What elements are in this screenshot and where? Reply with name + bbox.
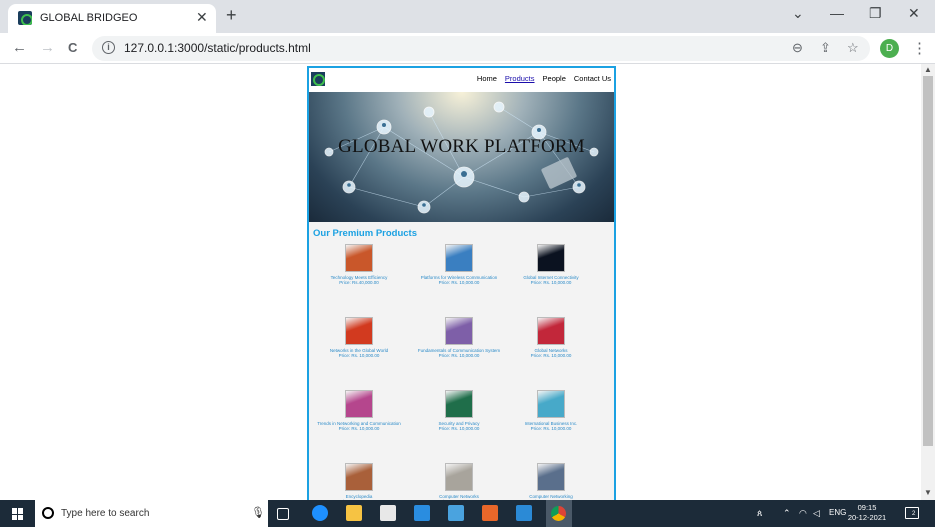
close-tab-icon[interactable]: ✕	[196, 9, 208, 26]
volume-icon[interactable]: ◁	[813, 508, 820, 519]
chrome-icon	[551, 506, 566, 521]
product-cover-image[interactable]	[345, 317, 373, 345]
clock-date: 20-12-2021	[847, 513, 887, 522]
product-cover-image[interactable]	[537, 463, 565, 491]
product-cover-image[interactable]	[345, 463, 373, 491]
product-price: Price: Rs. 10,000.00	[530, 353, 572, 358]
product-cover-image[interactable]	[445, 390, 473, 418]
nav-link-people[interactable]: People	[543, 74, 566, 83]
site-navbar: Home Products People Contact Us	[309, 68, 614, 92]
nav-link-contact-us[interactable]: Contact Us	[574, 74, 611, 83]
people-icon[interactable]: ጰ	[757, 508, 762, 519]
browser-menu-icon[interactable]: ⋮	[912, 39, 927, 57]
nav-link-products[interactable]: Products	[505, 74, 535, 83]
product-card[interactable]: Global Networks Price: Rs. 10,000.00	[501, 317, 601, 358]
scroll-up-arrow-icon[interactable]: ▲	[924, 65, 932, 74]
app-icon[interactable]	[448, 505, 464, 521]
notifications-icon[interactable]: 2	[905, 507, 919, 519]
restore-button[interactable]: ❐	[869, 5, 882, 22]
product-cover-image[interactable]	[537, 244, 565, 272]
product-card[interactable]: EncyclopediaPrice: Rs. 10,000.00	[309, 463, 409, 500]
product-cover-image[interactable]	[345, 244, 373, 272]
taskbar-search-placeholder[interactable]: Type here to search	[61, 508, 149, 519]
product-card[interactable]: Security and Privacy Price: Rs. 10,000.00	[409, 390, 509, 431]
store-icon[interactable]	[380, 505, 396, 521]
reload-button[interactable]: C	[68, 40, 77, 55]
taskbar-clock[interactable]: 09:15 20-12-2021	[842, 503, 892, 523]
profile-avatar[interactable]: D	[880, 39, 899, 58]
product-price: Price: Rs. 10,000.00	[438, 353, 480, 358]
hero-title: GLOBAL WORK PLATFORM	[338, 136, 585, 157]
hero-banner: GLOBAL WORK PLATFORM	[309, 92, 614, 222]
chrome-taskbar-button[interactable]	[546, 500, 572, 527]
new-tab-button[interactable]: +	[226, 5, 237, 26]
network-icon[interactable]: ◠	[799, 508, 807, 519]
url-text[interactable]: 127.0.0.1:3000/static/products.html	[124, 41, 311, 55]
nav-link-home[interactable]: Home	[477, 74, 497, 83]
browser-toolbar: ← → C i 127.0.0.1:3000/static/products.h…	[0, 33, 935, 64]
product-cover-image[interactable]	[537, 390, 565, 418]
product-card[interactable]: International Business Inc. Price: Rs. 10…	[501, 390, 601, 431]
product-price: Price: Rs. 10,000.00	[438, 280, 480, 285]
site-container: Home Products People Contact Us GLOBAL W…	[307, 66, 616, 500]
scrollbar-thumb[interactable]	[923, 76, 933, 446]
product-card[interactable]: Platforms for Wireless Communication Pric…	[409, 244, 509, 285]
tray-expand-icon[interactable]: ⌃	[783, 508, 791, 519]
tab-strip: GLOBAL BRIDGEO ✕ + ⌄ — ❐ ✕	[0, 0, 935, 33]
product-cover-image[interactable]	[445, 317, 473, 345]
product-card[interactable]: Global Internet Connectivity Price: Rs. 1…	[501, 244, 601, 285]
share-icon[interactable]: ⇪	[820, 40, 831, 56]
product-price: Price: Rs. 10,000.00	[338, 426, 380, 431]
cortana-icon	[42, 507, 54, 519]
section-title: Our Premium Products	[313, 228, 417, 239]
site-info-icon[interactable]: i	[102, 41, 115, 54]
clock-time: 09:15	[857, 503, 877, 512]
taskbar-search[interactable]: Type here to search 🎙	[35, 500, 268, 527]
site-logo-icon[interactable]	[311, 72, 325, 86]
zoom-icon[interactable]: ⊖	[792, 40, 803, 56]
task-view-icon[interactable]	[277, 508, 289, 520]
tab-search-dropdown-icon[interactable]: ⌄	[792, 5, 804, 22]
site-favicon-icon	[18, 11, 32, 25]
page-viewport: Home Products People Contact Us GLOBAL W…	[0, 64, 921, 500]
browser-tab[interactable]: GLOBAL BRIDGEO ✕	[8, 4, 216, 33]
office-app-icon[interactable]	[482, 505, 498, 521]
mail-icon[interactable]	[414, 505, 430, 521]
product-card[interactable]: Technology Meets Efficiency Price: Rs.40,…	[309, 244, 409, 285]
file-explorer-icon[interactable]	[346, 505, 362, 521]
product-card[interactable]: Networks in the Global World Price: Rs. 1…	[309, 317, 409, 358]
tab-title: GLOBAL BRIDGEO	[40, 12, 138, 24]
microphone-icon[interactable]: 🎙	[251, 506, 265, 519]
product-price: Price: Rs. 10,000.00	[530, 426, 572, 431]
product-card[interactable]: Trends in Networking and Communication Pr…	[309, 390, 409, 431]
close-window-button[interactable]: ✕	[908, 5, 920, 22]
product-cover-image[interactable]	[345, 390, 373, 418]
scroll-down-arrow-icon[interactable]: ▼	[924, 488, 932, 497]
minimize-button[interactable]: —	[830, 5, 844, 21]
notification-count: 2	[912, 511, 916, 517]
product-card[interactable]: Computer NetworkingPrice: Rs. 10,000.00	[501, 463, 601, 500]
product-cover-image[interactable]	[445, 244, 473, 272]
page-scrollbar[interactable]: ▲ ▼	[921, 64, 935, 500]
edge-browser-icon[interactable]	[312, 505, 328, 521]
address-bar[interactable]: i 127.0.0.1:3000/static/products.html ⊖ …	[92, 36, 870, 61]
product-price: Price: Rs. 10,000.00	[338, 353, 380, 358]
product-price: Price: Rs. 10,000.00	[438, 426, 480, 431]
bookmark-star-icon[interactable]: ☆	[847, 40, 859, 56]
product-cover-image[interactable]	[537, 317, 565, 345]
windows-taskbar: Type here to search 🎙 ጰ ⌃ ◠ ◁ ENG 09:15 …	[0, 500, 935, 527]
windows-start-icon[interactable]	[12, 508, 24, 520]
product-cover-image[interactable]	[445, 463, 473, 491]
product-card[interactable]: Computer NetworksPrice: Rs. 10,000.00	[409, 463, 509, 500]
product-price: Price: Rs. 10,000.00	[530, 280, 572, 285]
forward-button[interactable]: →	[40, 39, 55, 56]
product-price: Price: Rs.40,000.00	[339, 280, 379, 285]
back-button[interactable]: ←	[12, 39, 27, 56]
product-card[interactable]: Fundamentals of Communication System Pric…	[409, 317, 509, 358]
vscode-icon[interactable]	[516, 505, 532, 521]
site-nav-links: Home Products People Contact Us	[477, 74, 611, 83]
